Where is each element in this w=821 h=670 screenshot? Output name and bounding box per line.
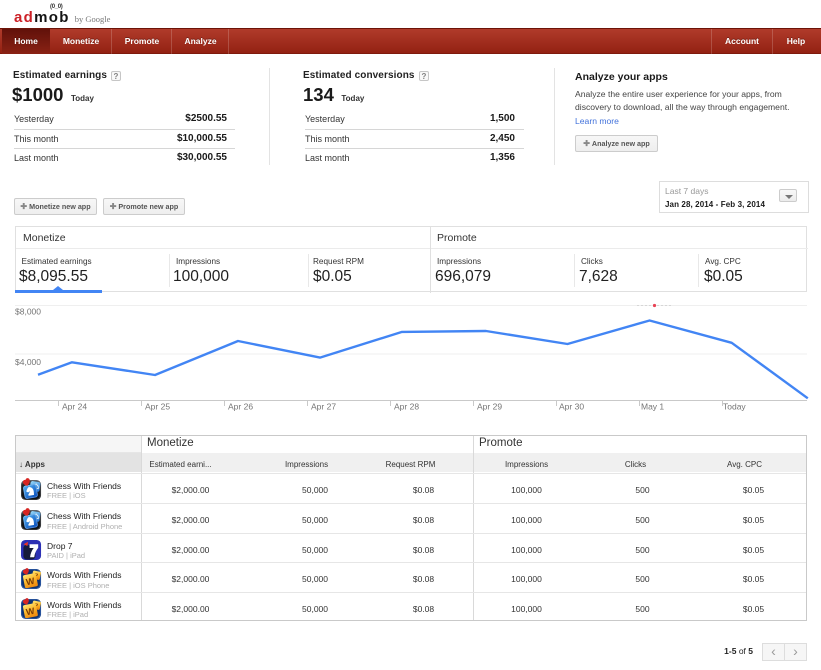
svg-text:Apr 25: Apr 25 [145, 402, 170, 412]
svg-text:$4,000: $4,000 [15, 357, 41, 367]
svg-text:Apr 29: Apr 29 [477, 402, 502, 412]
svg-text:May 1: May 1 [641, 402, 664, 412]
svg-text:$8,000: $8,000 [15, 307, 41, 317]
svg-text:Apr 26: Apr 26 [228, 402, 253, 412]
svg-text:Apr 27: Apr 27 [311, 402, 336, 412]
svg-text:Apr 28: Apr 28 [394, 402, 419, 412]
svg-text:Today: Today [723, 402, 746, 412]
svg-text:Apr 30: Apr 30 [559, 402, 584, 412]
svg-text:Apr 24: Apr 24 [62, 402, 87, 412]
